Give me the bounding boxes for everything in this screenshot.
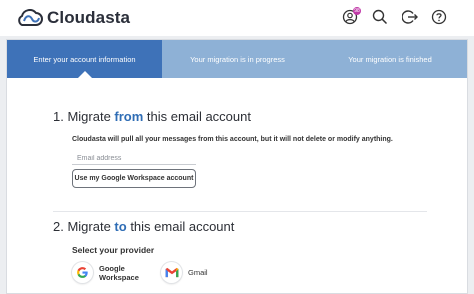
step-migration-finished: Your migration is finished xyxy=(313,40,467,78)
help-icon[interactable] xyxy=(429,7,449,27)
destination-title-highlight: to xyxy=(114,219,127,234)
gmail-icon xyxy=(161,262,182,283)
provider-name-line1: Google xyxy=(99,263,125,273)
email-address-input[interactable] xyxy=(72,152,196,165)
notification-badge[interactable]: 98 xyxy=(353,7,361,15)
cloudasta-logo[interactable]: Cloudasta xyxy=(14,8,130,28)
provider-gmail[interactable]: Gmail xyxy=(161,262,208,283)
active-step-arrow xyxy=(77,71,93,79)
google-g-icon xyxy=(72,262,93,283)
migration-card: Enter your account information Your migr… xyxy=(6,39,468,294)
source-title-highlight: from xyxy=(114,109,144,124)
source-title-prefix: 1. Migrate xyxy=(53,109,115,124)
search-icon[interactable] xyxy=(370,7,390,27)
provider-name: Google Workspace xyxy=(99,264,139,282)
destination-title-suffix: this email account xyxy=(126,219,235,234)
provider-name-line1: Gmail xyxy=(188,268,208,277)
step-label: Enter your account information xyxy=(33,54,136,64)
source-section-title: 1. Migrate from this email account xyxy=(53,109,251,124)
source-note: Cloudasta will pull all your messages fr… xyxy=(72,136,393,143)
logout-icon[interactable] xyxy=(400,7,420,27)
provider-name: Gmail xyxy=(188,268,208,277)
destination-section-title: 2. Migrate to this email account xyxy=(53,219,234,234)
use-google-workspace-button[interactable]: Use my Google Workspace account xyxy=(72,169,196,188)
section-divider xyxy=(53,211,427,212)
top-bar: Cloudasta 98 xyxy=(0,0,474,36)
provider-name-line2: Workspace xyxy=(99,272,139,282)
source-title-suffix: this email account xyxy=(143,109,251,124)
select-provider-label: Select your provider xyxy=(72,245,155,255)
provider-google-workspace[interactable]: Google Workspace xyxy=(72,262,139,283)
step-label: Your migration is in progress xyxy=(190,54,285,64)
destination-title-prefix: 2. Migrate xyxy=(53,219,115,234)
step-label: Your migration is finished xyxy=(348,54,432,64)
step-enter-account-info: Enter your account information xyxy=(7,40,162,79)
step-migration-in-progress: Your migration is in progress xyxy=(162,40,313,78)
cloud-logo-icon xyxy=(18,9,43,26)
app-name: Cloudasta xyxy=(47,8,131,27)
migration-steps: Enter your account information Your migr… xyxy=(7,40,467,79)
